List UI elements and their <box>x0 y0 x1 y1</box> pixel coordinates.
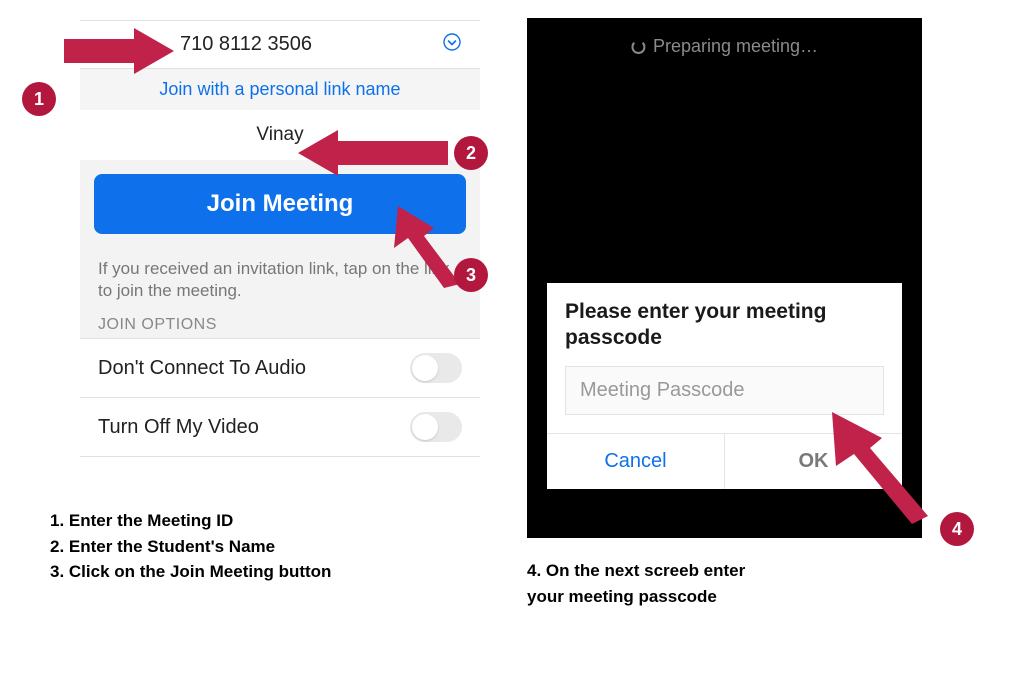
passcode-dialog-title: Please enter your meeting passcode <box>547 283 902 366</box>
annotation-arrow-4 <box>820 408 940 528</box>
option-audio-label: Don't Connect To Audio <box>98 357 306 380</box>
spinner-icon <box>631 40 645 54</box>
preparing-label: Preparing meeting… <box>653 36 818 57</box>
turn-off-video-row: Turn Off My Video <box>80 397 480 457</box>
preparing-status: Preparing meeting… <box>631 36 818 57</box>
personal-link-text: Join with a personal link name <box>159 79 400 99</box>
annotation-badge-1: 1 <box>22 82 56 116</box>
instructions-right: 4. On the next screeb enter your meeting… <box>527 558 745 609</box>
display-name-value: Vinay <box>256 124 303 145</box>
instruction-line-3: 3. Click on the Join Meeting button <box>50 559 331 585</box>
instruction-line-4b: your meeting passcode <box>527 584 745 610</box>
instruction-line-2: 2. Enter the Student's Name <box>50 534 331 560</box>
annotation-badge-3: 3 <box>454 258 488 292</box>
personal-link-name-link[interactable]: Join with a personal link name <box>80 69 480 110</box>
meeting-id-value: 710 8112 3506 <box>180 33 312 56</box>
annotation-badge-2: 2 <box>454 136 488 170</box>
chevron-down-icon[interactable] <box>442 32 462 58</box>
instructions-left: 1. Enter the Meeting ID 2. Enter the Stu… <box>50 508 331 585</box>
annotation-arrow-1 <box>64 28 174 74</box>
audio-toggle[interactable] <box>410 353 462 383</box>
instruction-line-4a: 4. On the next screeb enter <box>527 558 745 584</box>
instruction-line-1: 1. Enter the Meeting ID <box>50 508 331 534</box>
annotation-arrow-2 <box>298 130 448 176</box>
option-video-label: Turn Off My Video <box>98 416 259 439</box>
dont-connect-audio-row: Don't Connect To Audio <box>80 338 480 397</box>
cancel-button[interactable]: Cancel <box>547 434 725 489</box>
join-options-label: JOIN OPTIONS <box>80 308 480 338</box>
video-toggle[interactable] <box>410 412 462 442</box>
annotation-badge-4: 4 <box>940 512 974 546</box>
